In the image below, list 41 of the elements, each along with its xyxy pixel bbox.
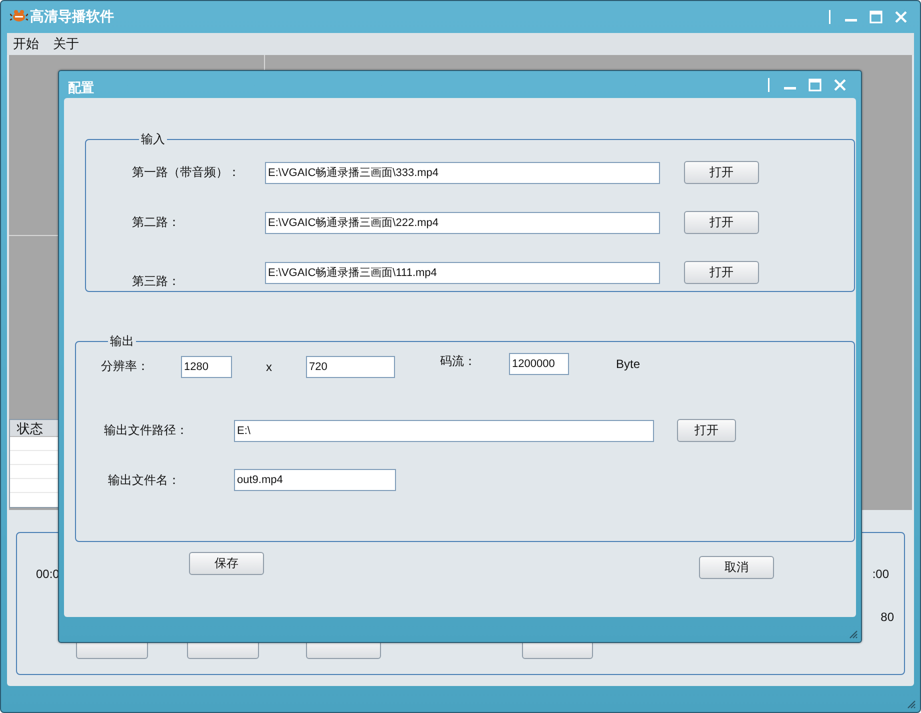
- field-label: 第二路：: [132, 214, 181, 231]
- maximize-icon[interactable]: [869, 10, 883, 24]
- group-title: 输出: [109, 333, 135, 350]
- resize-grip-icon[interactable]: [848, 629, 858, 639]
- text-field[interactable]: 1200000: [509, 352, 569, 374]
- resize-grip-icon[interactable]: [906, 699, 916, 709]
- cancel-button[interactable]: 取消: [699, 556, 774, 579]
- text-field[interactable]: E:\VGAIC畅通录播三画面\222.mp4: [265, 212, 660, 234]
- field-label: 分辨率：: [101, 358, 150, 375]
- open-button[interactable]: 打开: [677, 419, 736, 442]
- field-label: 输出文件路径：: [104, 422, 189, 439]
- close-icon[interactable]: [894, 10, 908, 24]
- field-label: 码流：: [440, 353, 477, 370]
- field-label: 第三路：: [132, 273, 181, 290]
- crab-icon: [10, 7, 28, 23]
- text-field[interactable]: E:\VGAIC畅通录播三画面\111.mp4: [265, 262, 660, 284]
- value-label: 80: [880, 610, 894, 624]
- group-title: 输入: [140, 131, 166, 148]
- column-header: 状态: [17, 420, 43, 438]
- menu-item[interactable]: 开始: [13, 35, 39, 53]
- text-field[interactable]: out9.mp4: [234, 469, 396, 491]
- close-icon[interactable]: [833, 78, 847, 92]
- open-button[interactable]: 打开: [684, 261, 759, 284]
- open-button[interactable]: 打开: [684, 211, 759, 234]
- separator-icon: [768, 78, 770, 92]
- separator-icon: [829, 10, 831, 24]
- field-label: 输出文件名：: [108, 472, 181, 488]
- text-field[interactable]: 720: [306, 356, 395, 378]
- text-field[interactable]: E:\VGAIC畅通录播三画面\333.mp4: [265, 162, 660, 184]
- text-field[interactable]: 1280: [181, 356, 232, 378]
- menu-item[interactable]: 关于: [53, 35, 79, 53]
- separator-label: x: [266, 360, 273, 374]
- maximize-icon[interactable]: [808, 78, 822, 92]
- open-button[interactable]: 打开: [684, 161, 759, 184]
- time-label: :00: [872, 567, 889, 581]
- dialog-title: 配置: [68, 78, 95, 96]
- save-button[interactable]: 保存: [189, 552, 264, 575]
- text-field[interactable]: E:\: [234, 420, 654, 442]
- unit-label: Byte: [616, 356, 640, 370]
- window-title: 高清导播软件: [30, 8, 115, 26]
- field-label: 第一路（带音频）：: [132, 164, 241, 181]
